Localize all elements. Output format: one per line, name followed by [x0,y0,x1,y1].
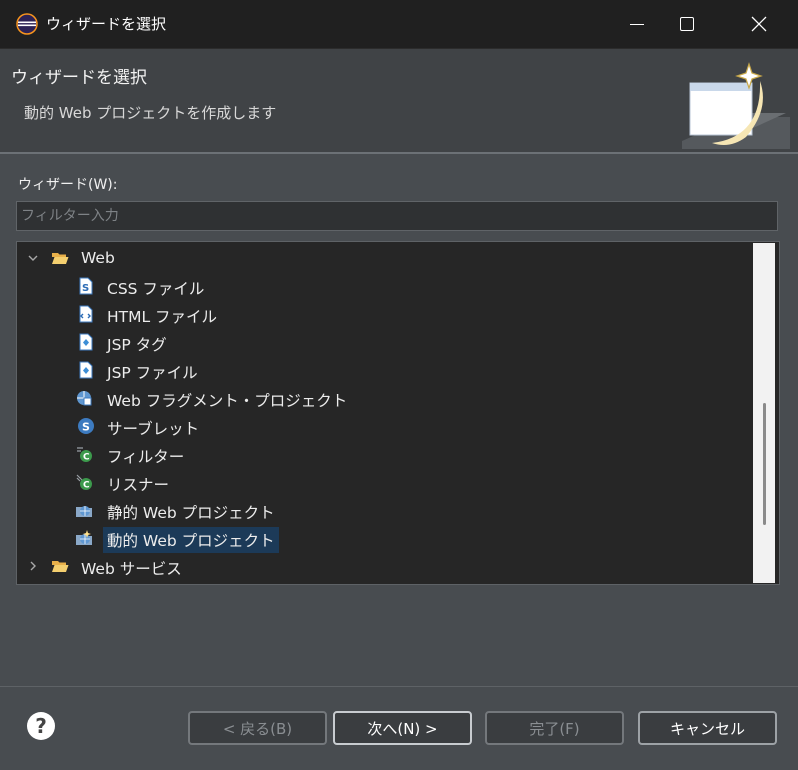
next-button[interactable]: 次へ(N) > [333,711,472,745]
wizard-tree[interactable]: Web S CSS ファイル HTML ファイル JSP タグ JSP ファイル [16,241,780,585]
web-fragment-project-icon [77,391,92,406]
tree-item-html-file[interactable]: HTML ファイル [17,301,752,327]
tree-item-listener[interactable]: C リスナー [17,469,752,495]
folder-open-icon [52,253,69,264]
cancel-button[interactable]: キャンセル [638,711,777,745]
servlet-icon: S [78,418,94,434]
wizards-label: ウィザード(W): [18,177,118,193]
minimize-button[interactable] [614,0,660,48]
title-bar: ウィザードを選択 [0,0,798,49]
css-file-icon: S [79,277,93,295]
tree-item-label: フィルター [107,448,185,466]
tree-item-web-services[interactable]: Web サービス [17,553,752,579]
back-button[interactable]: < 戻る(B) [188,711,327,745]
eclipse-icon [16,13,38,35]
svg-text:S: S [82,421,90,434]
folder-icon [52,561,69,572]
banner-description: 動的 Web プロジェクトを作成します [24,104,277,122]
tree-item-filter[interactable]: C フィルター [17,441,752,467]
html-file-icon [79,305,93,323]
jsp-file-icon [79,361,93,379]
help-icon[interactable]: ? [27,712,55,740]
button-bar-separator [0,686,798,687]
finish-button[interactable]: 完了(F) [485,711,624,745]
listener-icon: C [76,474,92,491]
close-button[interactable] [736,0,782,48]
banner-title: ウィザードを選択 [11,68,147,88]
wizard-banner-graphic [682,62,790,149]
filter-input[interactable] [16,201,778,231]
maximize-button[interactable] [664,0,710,48]
tree-item-label: サーブレット [107,420,200,438]
tree-item-label: CSS ファイル [107,280,205,298]
tree-item-label: JSP タグ [107,336,167,354]
tree-item-label: 静的 Web プロジェクト [107,504,275,522]
tree-item-label: JSP ファイル [107,364,198,382]
chevron-right-icon[interactable] [26,559,40,573]
tree-item-label: Web [81,249,115,267]
tree-item-static-web-project[interactable]: 静的 Web プロジェクト [17,497,752,523]
svg-text:C: C [83,453,90,463]
static-web-project-icon [76,506,92,517]
tree-item-label: Web サービス [81,560,182,578]
window-title: ウィザードを選択 [46,15,167,33]
chevron-down-icon[interactable] [26,251,40,265]
close-icon [751,16,767,32]
tree-item-label: HTML ファイル [107,308,218,326]
tree-item-label: Web フラグメント・プロジェクト [107,392,348,410]
tree-item-jsp-file[interactable]: JSP ファイル [17,357,752,383]
tree-item-label: リスナー [107,476,170,494]
tree-scrollbar[interactable] [753,243,775,583]
tree-item-servlet[interactable]: S サーブレット [17,413,752,439]
dynamic-web-project-icon [76,530,92,545]
wizard-banner: ウィザードを選択 動的 Web プロジェクトを作成します [0,49,798,154]
scrollbar-thumb[interactable] [763,403,766,525]
tree-item-label: 動的 Web プロジェクト [103,527,279,553]
tree-item-web[interactable]: Web [17,245,752,271]
tree-item-jsp-tag[interactable]: JSP タグ [17,329,752,355]
tree-item-web-fragment-project[interactable]: Web フラグメント・プロジェクト [17,385,752,411]
tree-item-css-file[interactable]: S CSS ファイル [17,273,752,299]
svg-text:S: S [82,283,89,294]
jsp-tag-icon [79,333,93,351]
tree-item-dynamic-web-project[interactable]: 動的 Web プロジェクト [17,525,752,553]
filter-icon: C [77,447,92,463]
svg-text:C: C [83,481,90,491]
